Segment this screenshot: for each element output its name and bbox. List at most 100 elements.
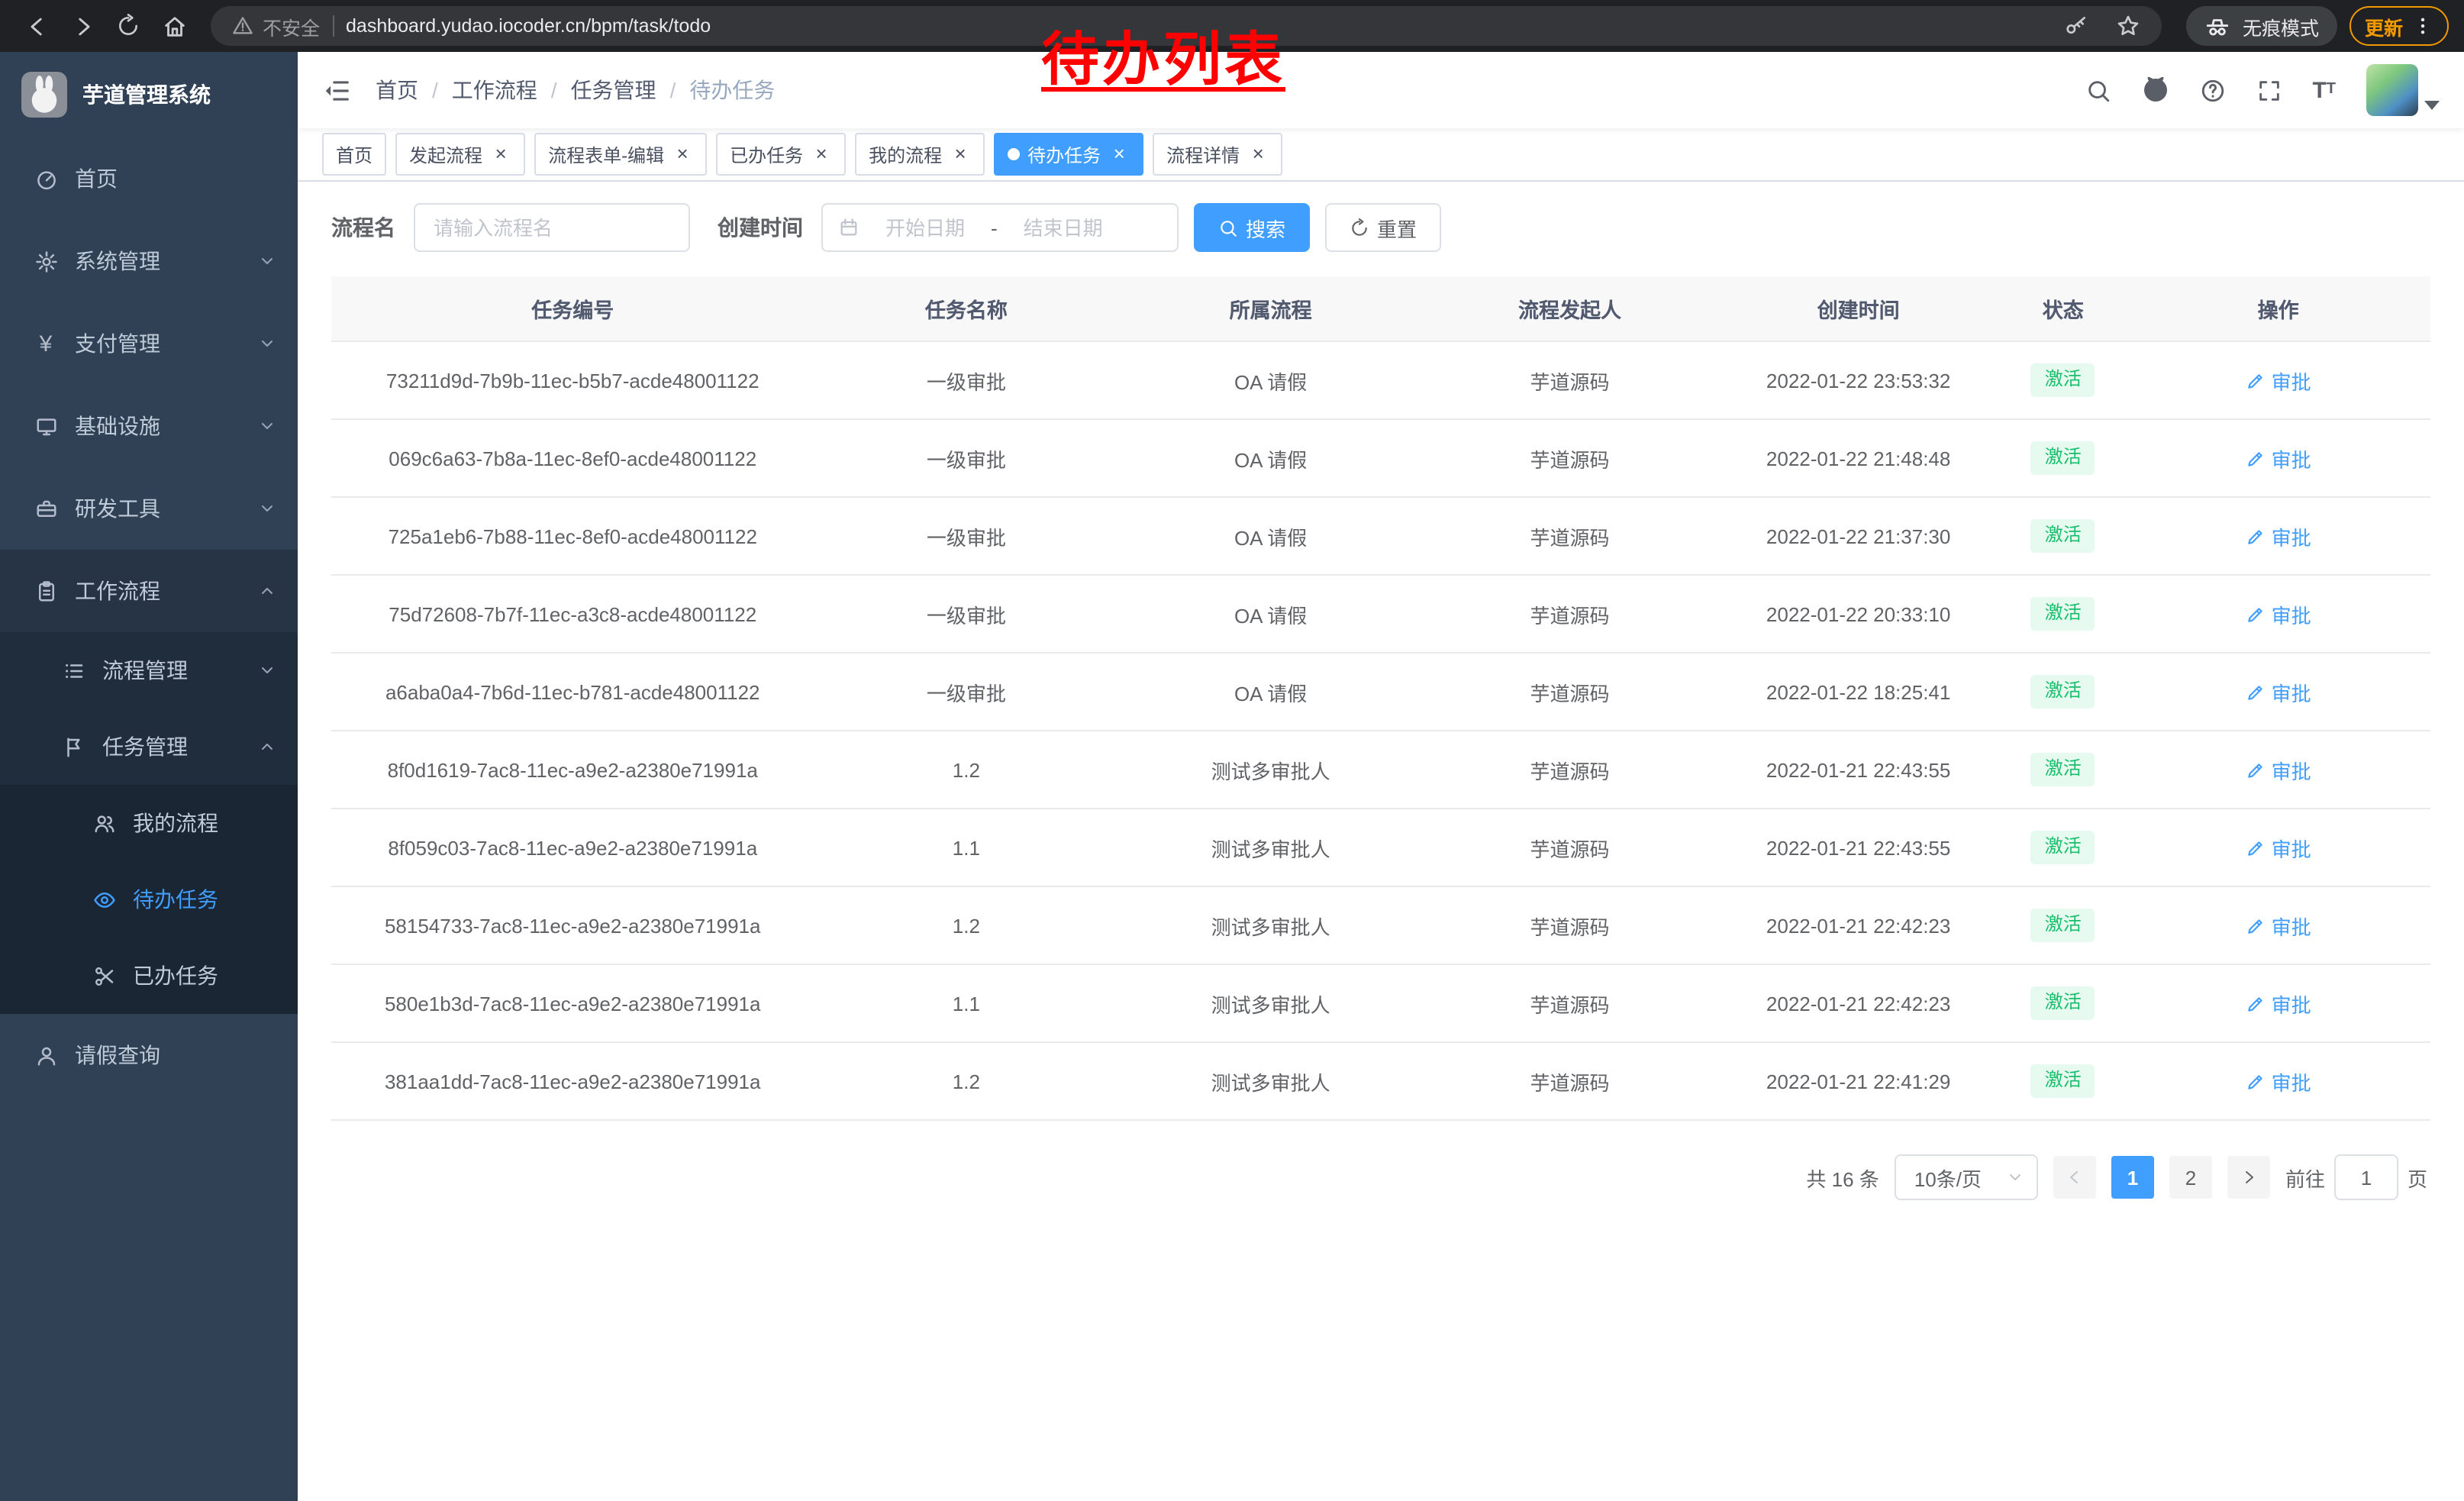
jump-page-input[interactable] bbox=[2334, 1154, 2398, 1200]
approve-link[interactable]: 审批 bbox=[2246, 521, 2311, 550]
help-icon[interactable] bbox=[2199, 77, 2225, 103]
github-icon[interactable] bbox=[2141, 76, 2169, 104]
people-icon bbox=[89, 812, 119, 834]
cell-starter: 芋道源码 bbox=[1423, 731, 1717, 809]
status-badge: 激活 bbox=[2031, 363, 2095, 396]
user-avatar-menu[interactable] bbox=[2366, 64, 2440, 116]
sidebar-item-dev-tools[interactable]: 研发工具 bbox=[0, 467, 298, 550]
sidebar-collapse-button[interactable] bbox=[322, 76, 351, 105]
reset-button-label: 重置 bbox=[1377, 213, 1417, 242]
sidebar-item-my-processes[interactable]: 我的流程 bbox=[0, 785, 298, 861]
sidebar-item-task-management[interactable]: 任务管理 bbox=[0, 709, 298, 785]
warning-icon bbox=[232, 15, 253, 37]
next-page-button[interactable] bbox=[2227, 1156, 2270, 1199]
sidebar-item-system-management[interactable]: 系统管理 bbox=[0, 220, 298, 302]
close-icon[interactable]: × bbox=[1247, 144, 1269, 165]
approve-link[interactable]: 审批 bbox=[2246, 1067, 2311, 1096]
page-button-2[interactable]: 2 bbox=[2169, 1156, 2212, 1199]
tabs-bar: 首页 发起流程 × 流程表单-编辑 × 已办任务 × 我的流程 × bbox=[298, 128, 2464, 182]
tab-process-form-edit[interactable]: 流程表单-编辑 × bbox=[534, 133, 707, 176]
app-frame: 芋道管理系统 首页 系统管理 ¥ 支付管理 基础设施 bbox=[0, 52, 2464, 1501]
prev-page-button[interactable] bbox=[2053, 1156, 2096, 1199]
sidebar-item-workflow[interactable]: 工作流程 bbox=[0, 550, 298, 632]
sidebar-item-home[interactable]: 首页 bbox=[0, 137, 298, 220]
incognito-icon bbox=[2204, 13, 2230, 39]
tab-process-detail[interactable]: 流程详情 × bbox=[1153, 133, 1282, 176]
start-date-input[interactable] bbox=[869, 215, 982, 240]
edit-icon bbox=[2246, 760, 2266, 780]
approve-link[interactable]: 审批 bbox=[2246, 833, 2311, 862]
tab-home[interactable]: 首页 bbox=[322, 133, 386, 176]
sidebar-item-leave-query[interactable]: 请假查询 bbox=[0, 1014, 298, 1096]
sidebar-item-process-management[interactable]: 流程管理 bbox=[0, 632, 298, 709]
cell-created: 2022-01-21 22:41:29 bbox=[1717, 1042, 2000, 1120]
tab-initiate-process[interactable]: 发起流程 × bbox=[395, 133, 525, 176]
search-button[interactable]: 搜索 bbox=[1194, 203, 1310, 252]
status-badge: 激活 bbox=[2031, 441, 2095, 474]
page-size-select[interactable]: 10条/页 bbox=[1895, 1154, 2038, 1200]
jump-prefix-label: 前往 bbox=[2285, 1163, 2325, 1192]
password-key-icon[interactable] bbox=[2064, 14, 2088, 38]
approve-link[interactable]: 审批 bbox=[2246, 911, 2311, 940]
close-icon[interactable]: × bbox=[1108, 144, 1130, 165]
process-name-input[interactable] bbox=[414, 203, 690, 252]
cell-process: OA 请假 bbox=[1118, 653, 1423, 731]
tab-my-processes[interactable]: 我的流程 × bbox=[855, 133, 985, 176]
approve-label: 审批 bbox=[2272, 366, 2311, 395]
font-size-icon[interactable]: TT bbox=[2312, 79, 2336, 102]
pagination-total: 共 16 条 bbox=[1806, 1163, 1879, 1192]
close-icon[interactable]: × bbox=[490, 144, 511, 165]
cell-process: 测试多审批人 bbox=[1118, 1042, 1423, 1120]
bookmark-star-icon[interactable] bbox=[2116, 14, 2140, 38]
incognito-label: 无痕模式 bbox=[2243, 11, 2319, 40]
chevron-down-icon bbox=[258, 661, 276, 679]
cell-starter: 芋道源码 bbox=[1423, 497, 1717, 575]
fullscreen-icon[interactable] bbox=[2256, 77, 2282, 103]
tab-todo-tasks[interactable]: 待办任务 × bbox=[994, 133, 1143, 176]
jump-suffix-label: 页 bbox=[2408, 1163, 2427, 1192]
browser-toolbar: 不安全 dashboard.yudao.iocoder.cn/bpm/task/… bbox=[0, 0, 2464, 52]
approve-link[interactable]: 审批 bbox=[2246, 444, 2311, 473]
approve-link[interactable]: 审批 bbox=[2246, 755, 2311, 784]
reload-button[interactable] bbox=[107, 5, 150, 47]
chevron-down-icon bbox=[258, 334, 276, 353]
breadcrumb-home[interactable]: 首页 bbox=[376, 75, 418, 105]
approve-link[interactable]: 审批 bbox=[2246, 677, 2311, 706]
table-row: 8f059c03-7ac8-11ec-a9e2-a2380e71991a 1.1… bbox=[331, 809, 2430, 886]
table-row: 580e1b3d-7ac8-11ec-a9e2-a2380e71991a 1.1… bbox=[331, 964, 2430, 1042]
sidebar-item-infrastructure[interactable]: 基础设施 bbox=[0, 385, 298, 467]
approve-link[interactable]: 审批 bbox=[2246, 599, 2311, 628]
close-icon[interactable]: × bbox=[811, 144, 832, 165]
cell-task-id: 73211d9d-7b9b-11ec-b5b7-acde48001122 bbox=[331, 341, 814, 419]
avatar[interactable] bbox=[2366, 64, 2418, 116]
home-button[interactable] bbox=[153, 5, 195, 47]
status-badge: 激活 bbox=[2031, 675, 2095, 708]
forward-button[interactable] bbox=[61, 5, 104, 47]
sidebar-item-label: 系统管理 bbox=[75, 246, 160, 276]
search-icon[interactable] bbox=[2085, 77, 2111, 103]
page-button-1[interactable]: 1 bbox=[2111, 1156, 2154, 1199]
cell-process: OA 请假 bbox=[1118, 419, 1423, 497]
sidebar-item-payment-management[interactable]: ¥ 支付管理 bbox=[0, 302, 298, 385]
browser-update-button[interactable]: 更新 bbox=[2350, 6, 2449, 46]
app-logo[interactable]: 芋道管理系统 bbox=[0, 52, 298, 137]
close-icon[interactable]: × bbox=[950, 144, 971, 165]
cell-task-id: 580e1b3d-7ac8-11ec-a9e2-a2380e71991a bbox=[331, 964, 814, 1042]
sidebar-item-todo-tasks[interactable]: 待办任务 bbox=[0, 861, 298, 938]
approve-link[interactable]: 审批 bbox=[2246, 989, 2311, 1018]
sidebar-item-done-tasks[interactable]: 已办任务 bbox=[0, 938, 298, 1014]
browser-menu-icon[interactable] bbox=[2412, 15, 2433, 37]
security-indicator[interactable]: 不安全 bbox=[232, 11, 320, 40]
address-bar[interactable]: 不安全 dashboard.yudao.iocoder.cn/bpm/task/… bbox=[211, 6, 2162, 46]
reset-button[interactable]: 重置 bbox=[1325, 203, 1441, 252]
breadcrumb-workflow[interactable]: 工作流程 bbox=[452, 75, 537, 105]
chevron-down-icon bbox=[2006, 1168, 2024, 1186]
tab-done-tasks[interactable]: 已办任务 × bbox=[716, 133, 846, 176]
end-date-input[interactable] bbox=[1007, 215, 1120, 240]
date-range-picker[interactable]: - bbox=[821, 203, 1179, 252]
close-icon[interactable]: × bbox=[672, 144, 693, 165]
back-button[interactable] bbox=[15, 5, 58, 47]
approve-link[interactable]: 审批 bbox=[2246, 366, 2311, 395]
edit-icon bbox=[2246, 682, 2266, 702]
breadcrumb-task-management[interactable]: 任务管理 bbox=[571, 75, 656, 105]
